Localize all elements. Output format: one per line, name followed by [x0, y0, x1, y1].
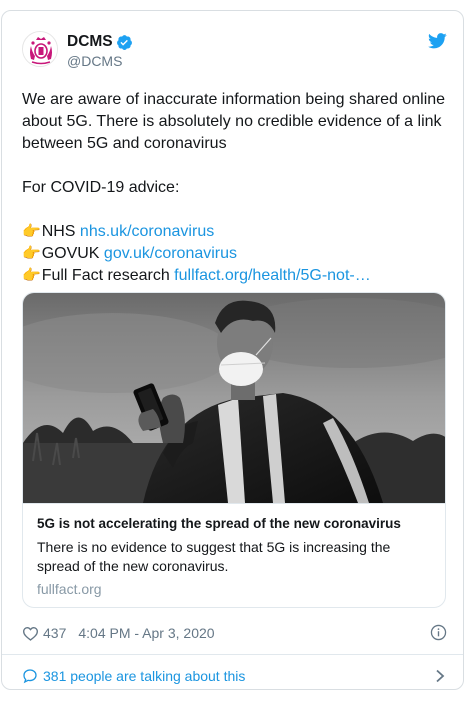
verified-badge-icon: [116, 34, 132, 50]
card-image: [23, 293, 445, 503]
account-names: DCMS @DCMS: [67, 32, 133, 69]
link-nhs[interactable]: nhs.uk/coronavirus: [80, 223, 214, 240]
tweet-text: We are aware of inaccurate information b…: [22, 89, 447, 287]
speech-bubble-icon: [23, 669, 37, 684]
link-govuk[interactable]: gov.uk/coronavirus: [104, 245, 237, 262]
advice-heading: For COVID-19 advice:: [22, 179, 180, 196]
link-line-nhs: 👉NHS nhs.uk/coronavirus: [22, 221, 447, 243]
link-line-fullfact: 👉Full Fact research fullfact.org/health/…: [22, 265, 447, 287]
conversation-label[interactable]: 381 people are talking about this: [43, 668, 245, 684]
handle[interactable]: @DCMS: [67, 53, 133, 69]
info-icon: [430, 624, 447, 641]
tweet-intro: We are aware of inaccurate information b…: [22, 91, 446, 152]
twitter-bird-icon: [428, 33, 447, 49]
conversation-link[interactable]: 381 people are talking about this: [22, 661, 447, 691]
tweet-header: DCMS @DCMS: [22, 31, 447, 71]
heart-icon[interactable]: [22, 626, 39, 641]
link-label-nhs: NHS: [41, 223, 80, 240]
pointing-hand-icon: 👉: [22, 267, 41, 284]
info-button[interactable]: [430, 624, 447, 641]
card-domain: fullfact.org: [37, 581, 102, 597]
twitter-logo[interactable]: [428, 33, 447, 49]
link-line-govuk: 👉GOVUK gov.uk/coronavirus: [22, 243, 447, 265]
card-description: There is no evidence to suggest that 5G …: [37, 539, 391, 574]
link-label-govuk: GOVUK: [41, 245, 104, 262]
pointing-hand-icon: 👉: [22, 245, 41, 262]
link-label-fullfact: Full Fact research: [41, 267, 175, 284]
chevron-button[interactable]: [435, 669, 445, 683]
tweet-embed: DCMS @DCMS We are aware of inaccurate in…: [1, 10, 464, 690]
card-title[interactable]: 5G is not accelerating the spread of the…: [37, 515, 433, 533]
chevron-right-icon: [436, 669, 445, 683]
tweet-meta: 437 4:04 PM - Apr 3, 2020: [22, 623, 447, 643]
royal-crest-icon: [23, 32, 57, 66]
pointing-hand-icon: 👉: [22, 223, 41, 240]
avatar[interactable]: [22, 31, 58, 67]
divider: [2, 654, 463, 655]
link-preview-card[interactable]: 5G is not accelerating the spread of the…: [22, 292, 446, 608]
card-body: 5G is not accelerating the spread of the…: [23, 503, 445, 598]
timestamp[interactable]: 4:04 PM - Apr 3, 2020: [78, 625, 214, 641]
link-fullfact[interactable]: fullfact.org/health/5G-not-…: [174, 267, 371, 284]
display-name[interactable]: DCMS: [67, 33, 113, 51]
like-count[interactable]: 437: [43, 625, 66, 641]
